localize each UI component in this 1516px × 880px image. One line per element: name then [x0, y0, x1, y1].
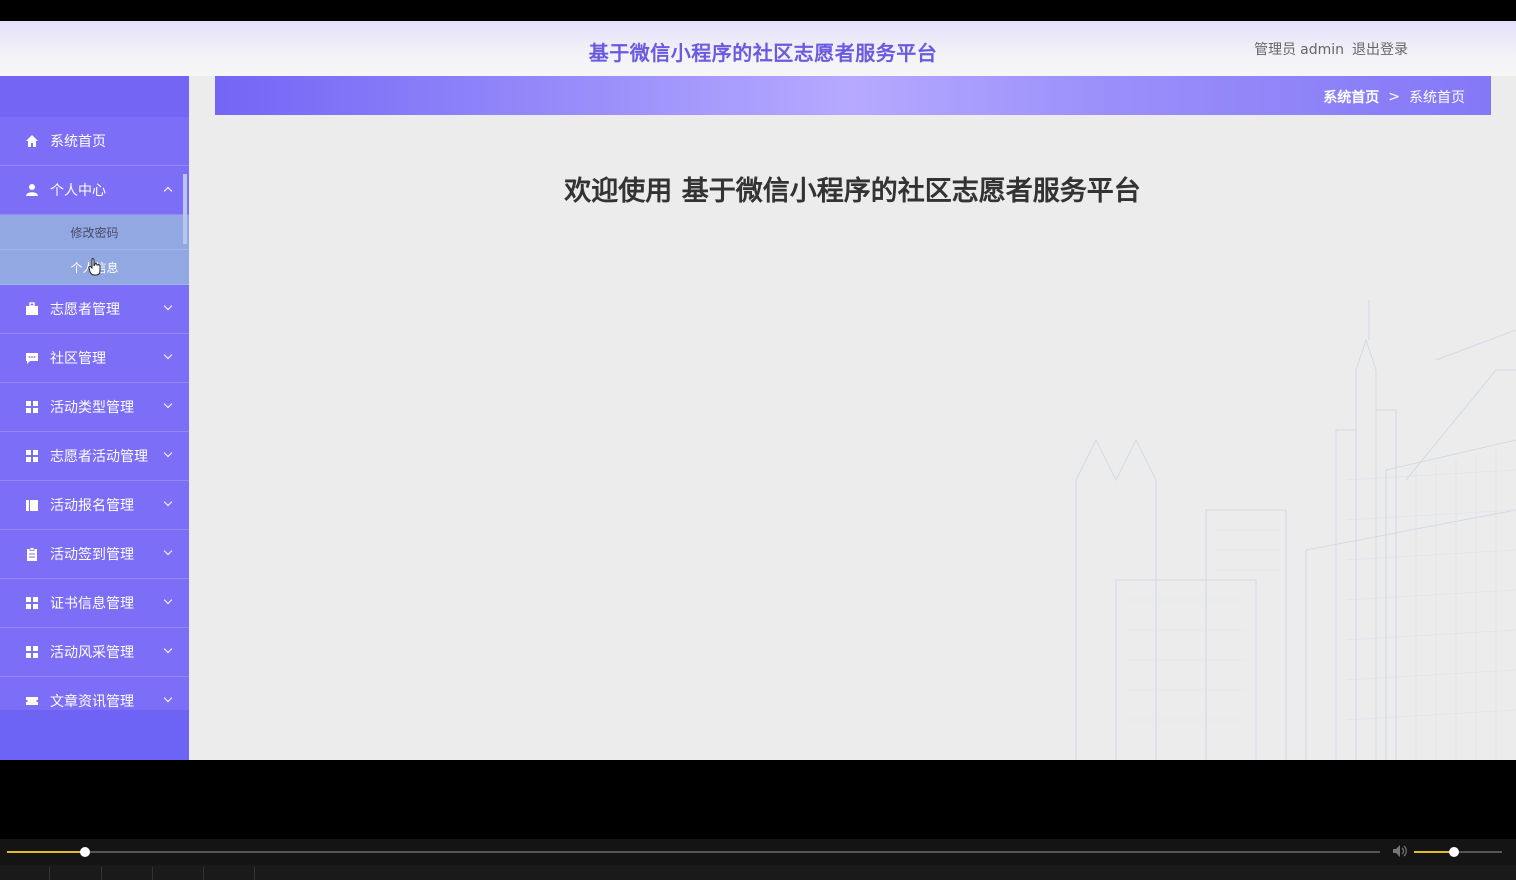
volume-knob[interactable] [1448, 847, 1459, 857]
chevron-down-icon [163, 693, 173, 703]
city-background-image [1075, 300, 1516, 760]
sidebar-item-label: 志愿者管理 [50, 302, 120, 318]
progress-knob[interactable] [80, 847, 91, 857]
sidebar: 系统首页 个人中心 修改密码 个人信息 志愿者管理 [0, 76, 189, 760]
progress-fill [7, 851, 86, 853]
breadcrumb-separator: > [1388, 89, 1400, 105]
top-letterbox [0, 0, 1516, 21]
user-role: 管理员 [1254, 42, 1297, 58]
sidebar-item-activity-signup-management[interactable]: 活动报名管理 [0, 481, 189, 530]
hand-cursor-icon [88, 258, 101, 276]
sidebar-item-label: 活动报名管理 [50, 498, 134, 514]
briefcase-icon [25, 302, 39, 316]
breadcrumb-home-link[interactable]: 系统首页 [1323, 87, 1379, 107]
chevron-down-icon [163, 595, 173, 605]
clipboard-icon [25, 547, 39, 561]
sidebar-item-label: 证书信息管理 [50, 596, 134, 612]
chevron-down-icon [163, 399, 173, 409]
sidebar-item-label: 活动签到管理 [50, 547, 134, 563]
sidebar-item-activity-showcase-management[interactable]: 活动风采管理 [0, 628, 189, 677]
header: 基于微信小程序的社区志愿者服务平台 管理员 admin 退出登录 [0, 21, 1516, 76]
video-player-controls [0, 760, 1516, 880]
chevron-down-icon [163, 497, 173, 507]
username: admin [1300, 42, 1344, 58]
chevron-down-icon [163, 644, 173, 654]
progress-track[interactable] [7, 847, 1380, 857]
chat-icon [25, 351, 39, 365]
player-bottom-strip [0, 865, 1516, 880]
sidebar-item-volunteer-management[interactable]: 志愿者管理 [0, 285, 189, 334]
admin-app: 基于微信小程序的社区志愿者服务平台 管理员 admin 退出登录 系统首页 个人… [0, 21, 1516, 760]
player-control-bar [0, 839, 1516, 865]
home-icon [25, 134, 39, 148]
grid-icon [25, 449, 39, 463]
user-area: 管理员 admin 退出登录 [1246, 39, 1408, 59]
logout-link[interactable]: 退出登录 [1352, 42, 1408, 58]
ticket-icon [25, 694, 39, 708]
chevron-up-icon [163, 186, 173, 196]
grid-icon [25, 596, 39, 610]
sidebar-item-article-news-management[interactable]: 文章资讯管理 [0, 677, 189, 710]
sidebar-item-activity-checkin-management[interactable]: 活动签到管理 [0, 530, 189, 579]
sidebar-item-label: 文章资讯管理 [50, 694, 134, 710]
sidebar-item-volunteer-activity-management[interactable]: 志愿者活动管理 [0, 432, 189, 481]
volume-fill [1414, 851, 1454, 853]
welcome-heading: 欢迎使用 基于微信小程序的社区志愿者服务平台 [564, 176, 1141, 207]
submenu-personal-center: 修改密码 个人信息 [0, 215, 189, 285]
sidebar-item-home[interactable]: 系统首页 [0, 117, 189, 166]
sidebar-item-label: 社区管理 [50, 351, 106, 367]
chevron-down-icon [163, 546, 173, 556]
grid-icon [25, 645, 39, 659]
sidebar-item-label: 活动风采管理 [50, 645, 134, 661]
grid-icon [25, 400, 39, 414]
volume-icon[interactable] [1392, 844, 1408, 858]
sidebar-item-label: 活动类型管理 [50, 400, 134, 416]
breadcrumb: 系统首页 > 系统首页 [1323, 87, 1465, 107]
volume-track[interactable] [1414, 847, 1502, 857]
submenu-item-change-password[interactable]: 修改密码 [0, 215, 189, 250]
submenu-scrollbar[interactable] [183, 174, 187, 244]
sidebar-item-label: 系统首页 [50, 134, 106, 150]
chevron-down-icon [163, 350, 173, 360]
sidebar-menu: 系统首页 个人中心 修改密码 个人信息 志愿者管理 [0, 117, 189, 710]
breadcrumb-bar: 系统首页 > 系统首页 [215, 76, 1491, 115]
chevron-down-icon [163, 301, 173, 311]
sidebar-item-certificate-management[interactable]: 证书信息管理 [0, 579, 189, 628]
sidebar-item-personal-center[interactable]: 个人中心 [0, 166, 189, 215]
chevron-down-icon [163, 448, 173, 458]
user-icon [25, 183, 39, 197]
sidebar-item-community-management[interactable]: 社区管理 [0, 334, 189, 383]
book-icon [25, 498, 39, 512]
sidebar-item-label: 个人中心 [50, 183, 106, 199]
sidebar-item-activity-type-management[interactable]: 活动类型管理 [0, 383, 189, 432]
submenu-item-personal-info[interactable]: 个人信息 [0, 250, 189, 285]
breadcrumb-current: 系统首页 [1409, 90, 1465, 106]
sidebar-item-label: 志愿者活动管理 [50, 449, 148, 465]
